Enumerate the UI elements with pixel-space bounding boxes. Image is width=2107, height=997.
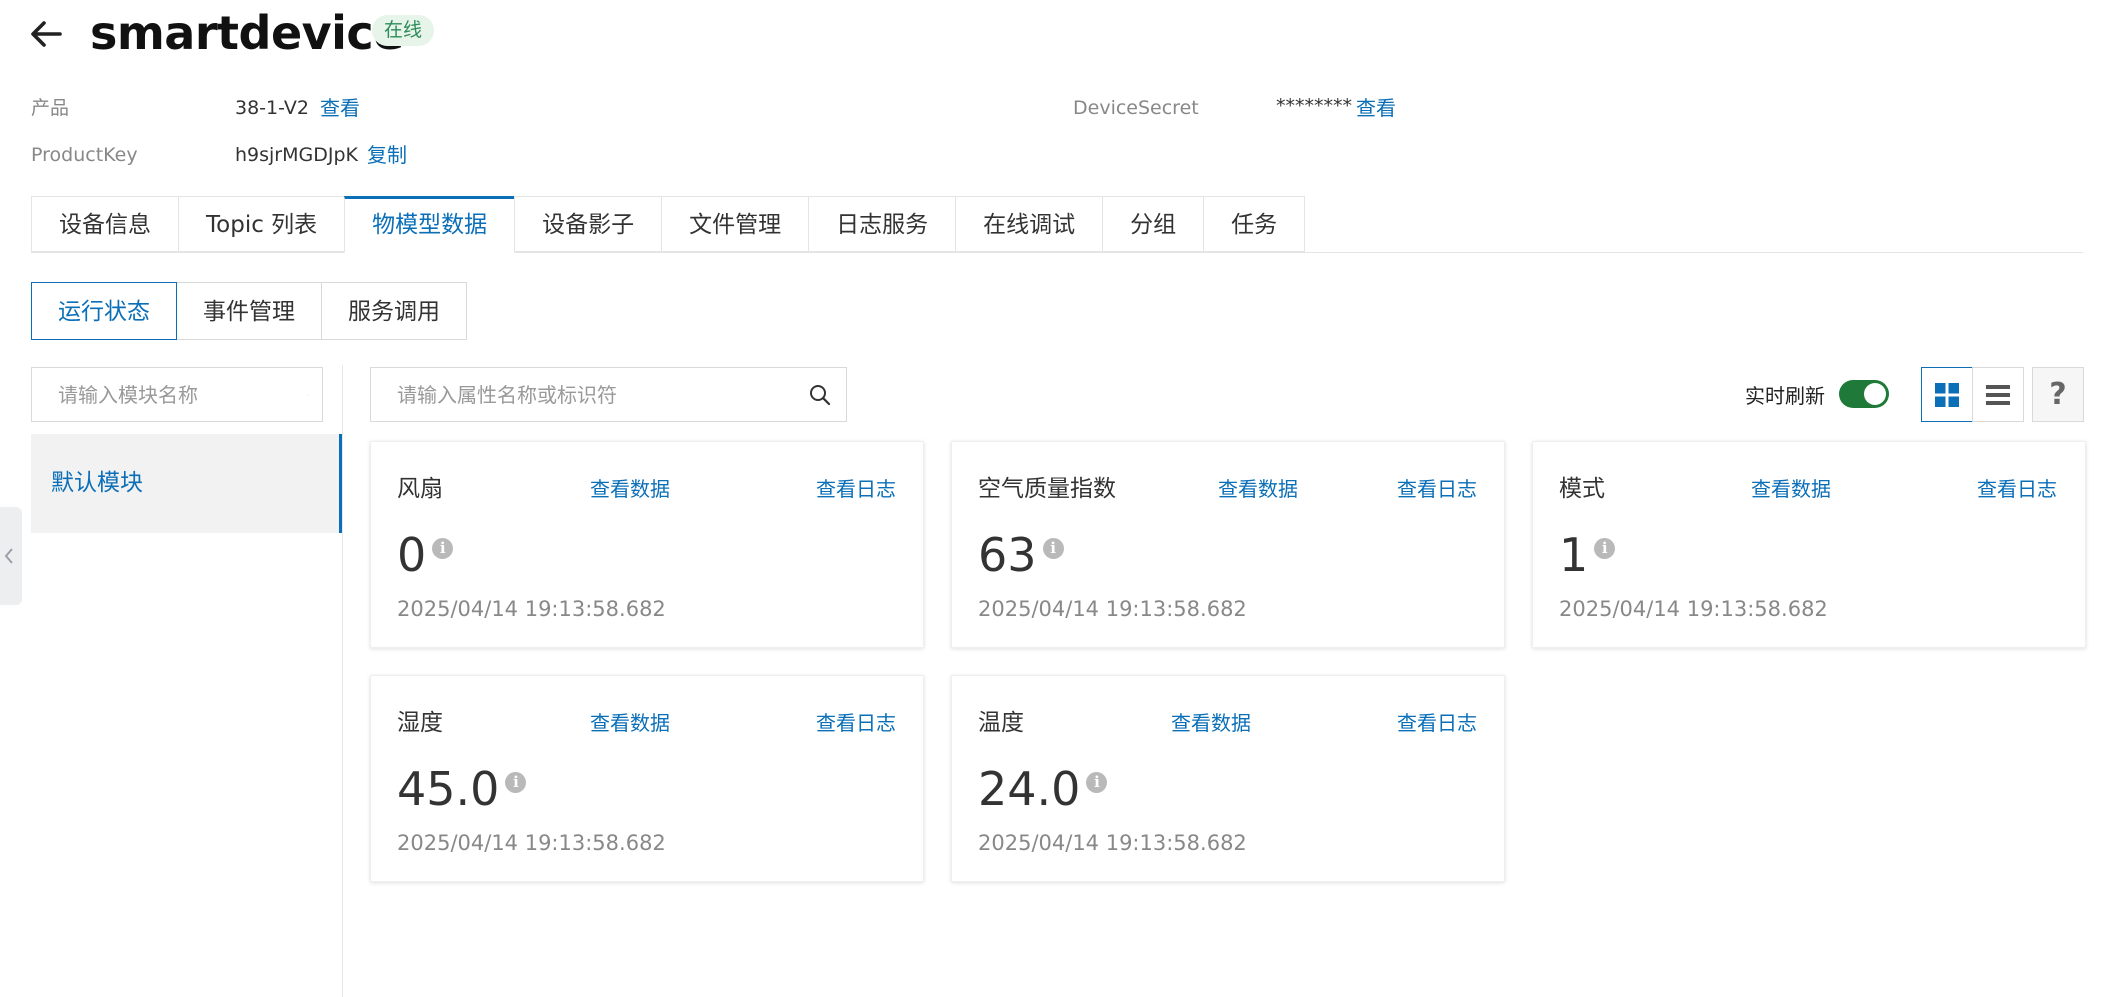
tab-device-shadow[interactable]: 设备影子 [514, 196, 663, 252]
tab-topic-list[interactable]: Topic 列表 [178, 196, 346, 252]
sidebar-divider [342, 365, 343, 997]
info-icon[interactable]: i [1086, 771, 1108, 793]
subtab-service-call[interactable]: 服务调用 [321, 282, 467, 340]
property-timestamp: 2025/04/14 19:13:58.682 [978, 831, 1247, 855]
info-icon[interactable]: i [505, 771, 527, 793]
property-value: 1 [1559, 528, 1589, 582]
property-value: 63 [978, 528, 1037, 582]
realtime-refresh-label: 实时刷新 [1745, 384, 1825, 408]
grid-icon [1935, 382, 1959, 407]
module-search-input[interactable] [32, 368, 307, 421]
property-value-wrap: 1i [1559, 525, 1616, 585]
property-card-mode: 模式 查看数据 查看日志 1i 2025/04/14 19:13:58.682 [1532, 441, 2086, 648]
devicesecret-value: ******** [1276, 95, 1352, 117]
device-name-title: smartdevice [90, 6, 404, 60]
help-icon: ? [2049, 377, 2067, 412]
property-value: 0 [397, 528, 427, 582]
productkey-value: h9sjrMGDJpK [235, 144, 358, 166]
property-value: 24.0 [978, 762, 1081, 816]
tab-device-info[interactable]: 设备信息 [31, 196, 179, 252]
property-timestamp: 2025/04/14 19:13:58.682 [397, 597, 666, 621]
property-value-wrap: 24.0 i [978, 759, 1108, 819]
search-icon[interactable] [808, 383, 832, 407]
property-value-wrap: 0i [397, 525, 454, 585]
info-icon[interactable]: i [1594, 537, 1616, 559]
property-card-temperature: 温度 查看数据 查看日志 24.0 i 2025/04/14 19:13:58.6… [951, 675, 1505, 882]
online-status-badge: 在线 [372, 15, 435, 46]
property-name: 湿度 [397, 710, 443, 736]
list-view-button[interactable] [1972, 367, 2024, 422]
chevron-left-icon [4, 548, 13, 564]
product-view-link[interactable]: 查看 [320, 94, 360, 122]
search-icon[interactable] [307, 383, 308, 407]
property-name: 温度 [978, 710, 1024, 736]
info-icon[interactable]: i [432, 537, 454, 559]
module-search-box [31, 367, 323, 422]
productkey-label: ProductKey [31, 144, 138, 166]
view-log-link[interactable]: 查看日志 [1397, 474, 1477, 504]
sub-tabs: 运行状态 事件管理 服务调用 [31, 282, 467, 340]
tab-file-management[interactable]: 文件管理 [661, 196, 810, 252]
tab-log-service[interactable]: 日志服务 [808, 196, 957, 252]
devicesecret-view-link[interactable]: 查看 [1356, 94, 1396, 122]
list-icon [1986, 384, 2010, 405]
property-card-humidity: 湿度 查看数据 查看日志 45.0 i 2025/04/14 19:13:58.6… [370, 675, 924, 882]
property-name: 模式 [1559, 476, 1605, 502]
info-icon[interactable]: i [1042, 537, 1064, 559]
view-data-link[interactable]: 查看数据 [1751, 474, 1831, 504]
property-search-box [370, 367, 847, 422]
property-timestamp: 2025/04/14 19:13:58.682 [1559, 597, 1828, 621]
product-value: 38-1-V2 [235, 97, 309, 119]
toggle-knob [1864, 383, 1886, 405]
view-log-link[interactable]: 查看日志 [816, 474, 896, 504]
property-card-fan: 风扇 查看数据 查看日志 0i 2025/04/14 19:13:58.682 [370, 441, 924, 648]
tab-task[interactable]: 任务 [1203, 196, 1306, 252]
view-log-link[interactable]: 查看日志 [816, 708, 896, 738]
property-value: 45.0 [397, 762, 500, 816]
tab-thing-model-data[interactable]: 物模型数据 [344, 196, 516, 253]
product-label: 产品 [31, 97, 70, 119]
view-log-link[interactable]: 查看日志 [1977, 474, 2057, 504]
property-value-wrap: 63 i [978, 525, 1064, 585]
tab-online-debug[interactable]: 在线调试 [955, 196, 1104, 252]
property-search-input[interactable] [371, 368, 808, 421]
realtime-refresh-toggle[interactable] [1839, 380, 1889, 408]
sidebar-collapse-handle[interactable] [0, 507, 22, 605]
productkey-copy-link[interactable]: 复制 [367, 141, 407, 169]
subtab-event-management[interactable]: 事件管理 [176, 282, 322, 340]
property-value-wrap: 45.0 i [397, 759, 527, 819]
grid-view-button[interactable] [1921, 367, 1973, 422]
tab-group[interactable]: 分组 [1102, 196, 1205, 252]
view-data-link[interactable]: 查看数据 [1171, 708, 1251, 738]
property-timestamp: 2025/04/14 19:13:58.682 [978, 597, 1247, 621]
view-data-link[interactable]: 查看数据 [1218, 474, 1298, 504]
devicesecret-label: DeviceSecret [1073, 97, 1199, 119]
subtab-running-status[interactable]: 运行状态 [31, 282, 177, 340]
property-name: 风扇 [397, 476, 443, 502]
module-item-default[interactable]: 默认模块 [31, 434, 342, 533]
view-data-link[interactable]: 查看数据 [590, 708, 670, 738]
view-data-link[interactable]: 查看数据 [590, 474, 670, 504]
main-tabs: 设备信息 Topic 列表 物模型数据 设备影子 文件管理 日志服务 在线调试 … [31, 196, 1306, 253]
property-name: 空气质量指数 [978, 476, 1116, 502]
view-log-link[interactable]: 查看日志 [1397, 708, 1477, 738]
property-card-air-quality: 空气质量指数 查看数据 查看日志 63 i 2025/04/14 19:13:58… [951, 441, 1505, 648]
property-timestamp: 2025/04/14 19:13:58.682 [397, 831, 666, 855]
help-button[interactable]: ? [2032, 367, 2084, 422]
back-arrow-icon[interactable] [26, 14, 66, 54]
